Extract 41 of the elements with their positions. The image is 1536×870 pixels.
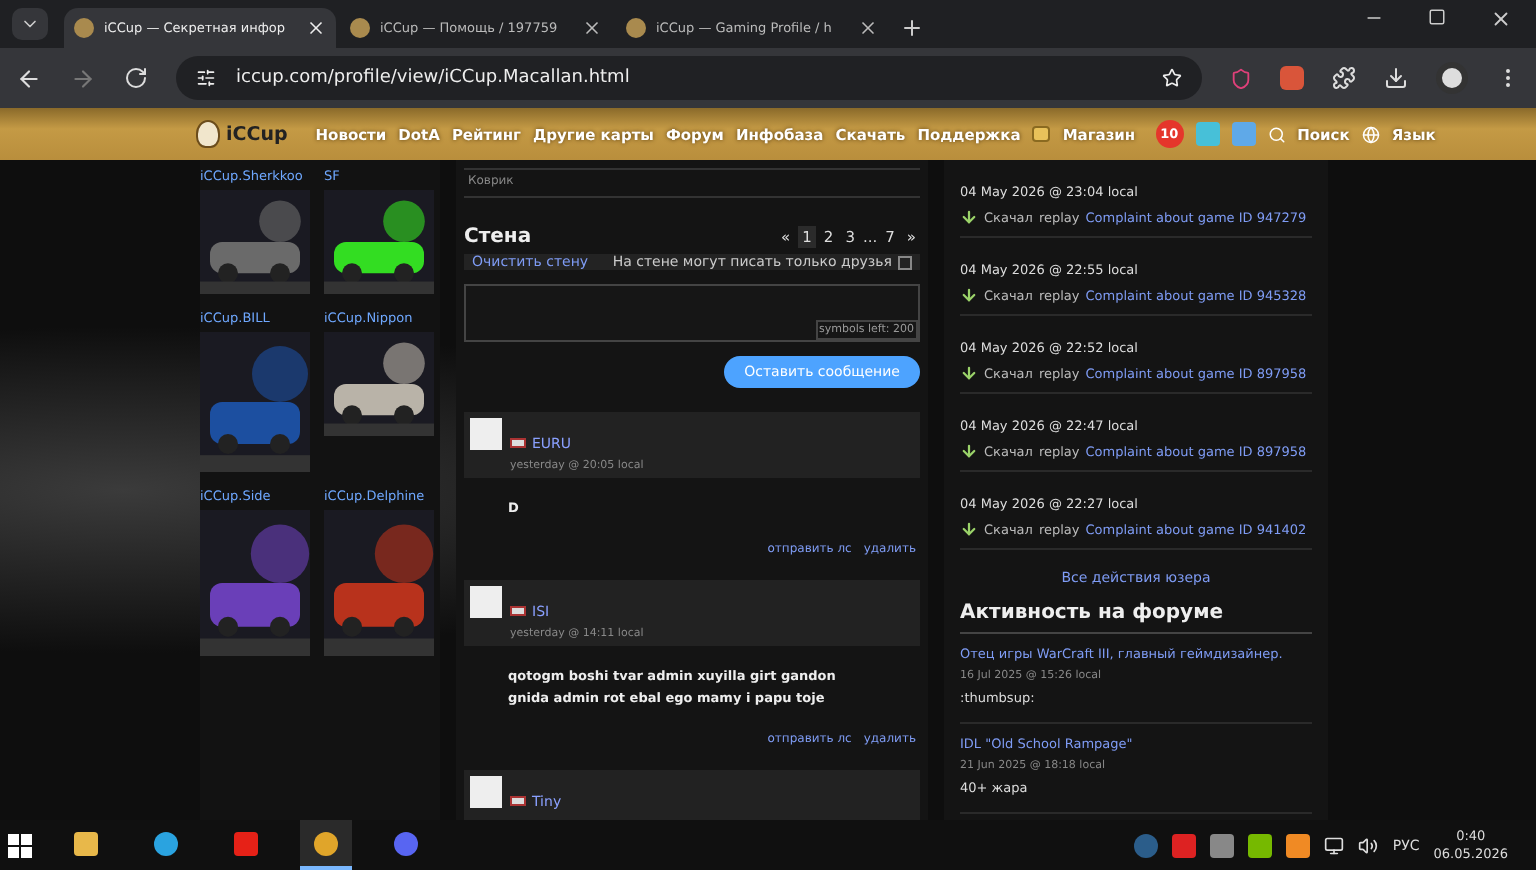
close-icon[interactable] — [1490, 7, 1512, 29]
network-icon[interactable] — [1324, 835, 1345, 855]
profile-avatar[interactable] — [1436, 62, 1468, 94]
download-icon — [960, 364, 978, 382]
site-icon — [74, 18, 94, 38]
download-icon — [960, 286, 978, 304]
volume-icon[interactable] — [1358, 835, 1379, 855]
download-icon[interactable] — [1384, 66, 1408, 90]
download-icon — [960, 520, 978, 538]
site-icon — [350, 18, 370, 38]
forward-icon[interactable] — [70, 65, 96, 91]
coins-icon — [1032, 126, 1051, 142]
site-logo[interactable]: iCCup — [196, 120, 288, 148]
extension-icon[interactable] — [1280, 66, 1304, 90]
reload-icon[interactable] — [124, 66, 148, 90]
forum-heading: Активность на форуме — [960, 602, 1312, 634]
flag-icon — [510, 796, 526, 806]
extensions-icon[interactable] — [1332, 66, 1356, 90]
search-icon — [1267, 125, 1286, 143]
address-bar[interactable]: iccup.com/profile/view/iCCup.Macallan.html — [176, 56, 1202, 100]
flag-icon — [510, 437, 526, 448]
user-avatar — [470, 776, 502, 808]
maximize-icon[interactable] — [1428, 7, 1446, 25]
checkbox[interactable] — [898, 255, 912, 269]
globe-icon — [1361, 125, 1380, 143]
close-icon[interactable] — [858, 18, 878, 38]
new-tab-icon[interactable] — [900, 16, 924, 40]
download-icon — [960, 442, 978, 460]
download-icon — [960, 208, 978, 226]
user-avatar — [470, 417, 502, 450]
shield-icon[interactable] — [1230, 67, 1252, 89]
site-icon — [626, 18, 646, 38]
close-icon[interactable] — [306, 18, 326, 38]
user-avatar — [470, 586, 502, 619]
back-icon[interactable] — [16, 65, 42, 91]
windows-icon[interactable] — [8, 833, 32, 857]
flag-icon — [510, 606, 526, 617]
close-icon[interactable] — [582, 18, 602, 38]
wall-title: Стена — [464, 226, 532, 248]
tray-app-icon[interactable] — [1172, 833, 1197, 857]
tray-app-icon[interactable] — [1286, 833, 1311, 857]
